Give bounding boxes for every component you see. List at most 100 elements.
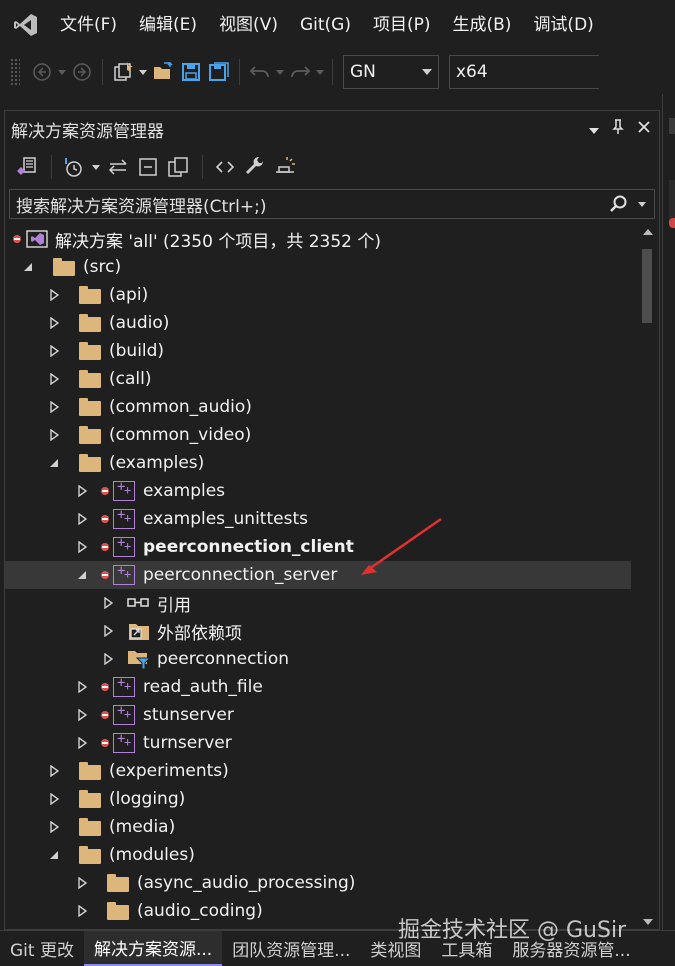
collapsed-arrow-icon[interactable]	[47, 309, 61, 337]
scroll-down-icon[interactable]	[643, 919, 653, 925]
menu-item[interactable]: 视图(V)	[213, 0, 294, 50]
menu-item[interactable]: 编辑(E)	[133, 0, 213, 50]
tree-item[interactable]: (build)	[5, 337, 631, 365]
collapsed-arrow-icon[interactable]	[47, 785, 61, 813]
collapsed-arrow-icon[interactable]	[75, 869, 89, 897]
save-icon[interactable]	[177, 58, 205, 86]
tree-item[interactable]: (call)	[5, 365, 631, 393]
scroll-up-icon[interactable]	[643, 229, 653, 235]
panel-title-bar[interactable]: 解决方案资源管理器	[5, 111, 659, 147]
collapsed-arrow-icon[interactable]	[47, 813, 61, 841]
solution-platform-combo[interactable]: x64	[449, 55, 599, 89]
tree-item[interactable]: (media)	[5, 813, 631, 841]
folder-icon	[79, 370, 101, 388]
close-icon[interactable]	[637, 119, 651, 139]
undo-icon[interactable]	[246, 58, 274, 86]
collapsed-arrow-icon[interactable]	[75, 477, 89, 505]
collapsed-arrow-icon[interactable]	[47, 281, 61, 309]
tree-item[interactable]: (async_audio_processing)	[5, 869, 631, 897]
tree-item[interactable]: read_auth_file	[5, 673, 631, 701]
visual-studio-logo-icon[interactable]	[6, 0, 46, 50]
tree-item[interactable]: peerconnection_client	[5, 533, 631, 561]
search-icon[interactable]	[608, 194, 628, 219]
tree-item[interactable]: (audio)	[5, 309, 631, 337]
filter-dropdown-icon[interactable]	[90, 152, 102, 182]
tree-item[interactable]: turnserver	[5, 729, 631, 757]
collapsed-arrow-icon[interactable]	[75, 505, 89, 533]
scrollbar-thumb[interactable]	[642, 249, 652, 323]
collapsed-arrow-icon[interactable]	[75, 897, 89, 925]
tree-item[interactable]: 解决方案 'all' (2350 个项目，共 2352 个)	[5, 225, 631, 253]
search-solution-explorer-input[interactable]: 搜索解决方案资源管理器(Ctrl+;)	[9, 189, 655, 219]
folder-icon	[79, 286, 101, 304]
tool-window-tab[interactable]: 团队资源管理...	[222, 931, 360, 966]
navigate-forward-icon[interactable]	[68, 58, 96, 86]
view-code-icon[interactable]	[211, 152, 239, 182]
collapsed-arrow-icon[interactable]	[47, 337, 61, 365]
tree-item[interactable]: (logging)	[5, 785, 631, 813]
tree-item-label: (logging)	[109, 789, 186, 809]
collapse-all-icon[interactable]	[134, 152, 162, 182]
tree-item[interactable]: (experiments)	[5, 757, 631, 785]
collapsed-arrow-icon[interactable]	[47, 365, 61, 393]
undo-dropdown-icon[interactable]	[274, 58, 286, 86]
window-position-dropdown-icon[interactable]	[589, 119, 599, 139]
tree-item[interactable]: examples_unittests	[5, 505, 631, 533]
expanded-arrow-icon[interactable]	[47, 449, 61, 477]
collapsed-arrow-icon[interactable]	[75, 533, 89, 561]
tree-item[interactable]: (modules)	[5, 841, 631, 869]
new-project-icon[interactable]	[109, 58, 137, 86]
tree-item[interactable]: stunserver	[5, 701, 631, 729]
show-all-files-icon[interactable]	[164, 152, 192, 182]
sync-with-active-document-icon[interactable]	[104, 152, 132, 182]
tree-item[interactable]: peerconnection	[5, 645, 631, 673]
properties-wrench-icon[interactable]	[241, 152, 269, 182]
collapsed-arrow-icon[interactable]	[75, 729, 89, 757]
tree-item[interactable]: 引用	[5, 589, 631, 617]
auto-hide-pin-icon[interactable]	[611, 118, 625, 140]
menu-item[interactable]: 调试(D)	[527, 0, 609, 50]
collapsed-arrow-icon[interactable]	[47, 421, 61, 449]
switch-views-icon[interactable]	[13, 152, 41, 182]
new-project-dropdown-icon[interactable]	[137, 58, 149, 86]
expanded-arrow-icon[interactable]	[21, 253, 35, 281]
save-all-icon[interactable]	[205, 58, 233, 86]
navigate-back-dropdown-icon[interactable]	[56, 58, 68, 86]
solution-configuration-combo[interactable]: GN	[343, 55, 439, 89]
menu-item[interactable]: 文件(F)	[54, 0, 133, 50]
open-file-icon[interactable]	[149, 58, 177, 86]
tree-item[interactable]: (src)	[5, 253, 631, 281]
tree-item[interactable]: (examples)	[5, 449, 631, 477]
collapsed-arrow-icon[interactable]	[75, 673, 89, 701]
tree-item[interactable]: 外部依赖项	[5, 617, 631, 645]
expanded-arrow-icon[interactable]	[47, 841, 61, 869]
tree-item[interactable]: (common_video)	[5, 421, 631, 449]
collapsed-arrow-icon[interactable]	[101, 645, 115, 673]
external-dependencies-icon	[127, 620, 151, 642]
expanded-arrow-icon[interactable]	[75, 561, 89, 589]
tool-window-tab[interactable]: Git 更改	[0, 931, 84, 966]
redo-icon[interactable]	[286, 58, 314, 86]
toolbar-grip[interactable]	[10, 58, 20, 86]
collapsed-arrow-icon[interactable]	[47, 393, 61, 421]
redo-dropdown-icon[interactable]	[314, 58, 326, 86]
collapsed-arrow-icon[interactable]	[101, 617, 115, 645]
tree-vertical-scrollbar[interactable]	[639, 225, 657, 927]
collapsed-arrow-icon[interactable]	[47, 757, 61, 785]
menu-item[interactable]: 项目(P)	[367, 0, 447, 50]
tree-item-label: (call)	[109, 369, 152, 389]
solution-explorer-panel: 解决方案资源管理器 搜索解决方案资源管理器(Ctrl+;) 解决方案 'all'…	[4, 110, 660, 930]
collapsed-arrow-icon[interactable]	[101, 589, 115, 617]
menu-item[interactable]: Git(G)	[294, 0, 367, 50]
tree-item[interactable]: peerconnection_server	[5, 561, 631, 589]
tree-item[interactable]: examples	[5, 477, 631, 505]
pending-changes-filter-icon[interactable]	[60, 152, 88, 182]
search-options-dropdown-icon[interactable]	[638, 202, 646, 207]
tool-window-tab[interactable]: 解决方案资源...	[83, 931, 223, 966]
menu-item[interactable]: 生成(B)	[447, 0, 528, 50]
collapsed-arrow-icon[interactable]	[75, 701, 89, 729]
preview-selected-items-icon[interactable]	[271, 152, 299, 182]
tree-item[interactable]: (common_audio)	[5, 393, 631, 421]
tree-item[interactable]: (api)	[5, 281, 631, 309]
navigate-back-icon[interactable]	[28, 58, 56, 86]
